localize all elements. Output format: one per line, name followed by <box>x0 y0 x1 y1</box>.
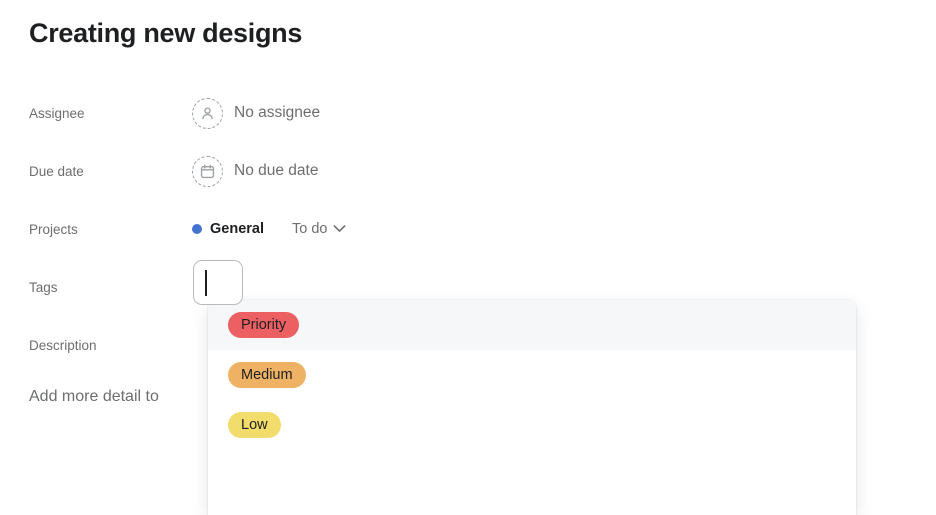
project-color-dot <box>192 224 202 234</box>
tags-option-priority[interactable]: Priority <box>208 300 856 350</box>
tag-pill-priority: Priority <box>228 312 300 338</box>
assignee-value[interactable]: No assignee <box>192 97 321 129</box>
tag-pill-low: Low <box>228 412 281 438</box>
field-row-due-date: Due date No due date <box>29 154 909 188</box>
calendar-placeholder-icon <box>192 155 223 187</box>
chevron-down-icon <box>333 221 346 237</box>
field-row-assignee: Assignee No assignee <box>29 96 909 130</box>
tags-dropdown-menu: Priority Medium Low <box>208 300 856 515</box>
assignee-label: Assignee <box>29 105 85 121</box>
field-row-tags: Tags <box>29 270 909 304</box>
tags-input[interactable] <box>193 260 243 305</box>
due-date-label: Due date <box>29 163 84 179</box>
field-row-projects: Projects General To do <box>29 212 909 246</box>
projects-label: Projects <box>29 221 78 237</box>
project-chip-general[interactable]: General <box>192 221 264 237</box>
projects-value: General To do <box>192 221 346 237</box>
tags-option-low[interactable]: Low <box>208 400 856 450</box>
project-name: General <box>210 221 264 237</box>
project-status-dropdown[interactable]: To do <box>292 221 346 237</box>
assignee-empty-text: No assignee <box>234 104 321 121</box>
project-status-label: To do <box>292 221 328 237</box>
description-label: Description <box>29 337 97 353</box>
tag-pill-medium: Medium <box>228 362 306 388</box>
page-title[interactable]: Creating new designs <box>29 18 302 49</box>
text-caret <box>205 270 207 296</box>
due-date-empty-text: No due date <box>234 162 319 179</box>
due-date-value[interactable]: No due date <box>192 155 319 187</box>
description-placeholder-text[interactable]: Add more detail to <box>29 388 159 406</box>
tags-label: Tags <box>29 279 58 295</box>
tags-option-medium[interactable]: Medium <box>208 350 856 400</box>
person-placeholder-icon <box>192 97 223 129</box>
